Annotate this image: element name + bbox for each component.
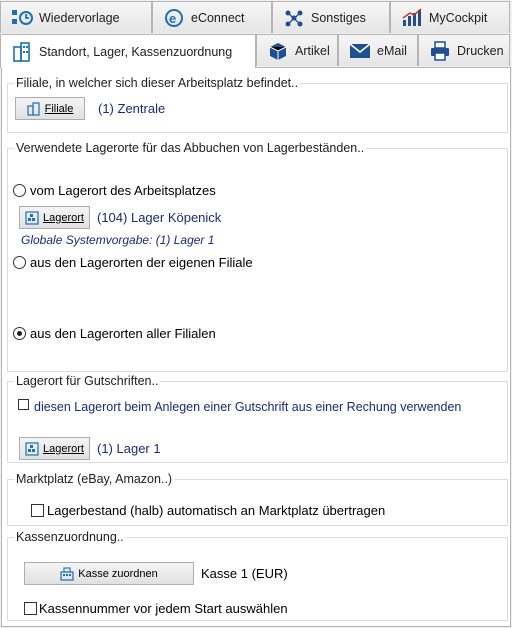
- filiale-group: Filiale, in welcher sich dieser Arbeitsp…: [7, 76, 508, 133]
- mail-icon: [349, 40, 371, 62]
- svg-text:e: e: [169, 11, 176, 26]
- filiale-legend: Filiale, in welcher sich dieser Arbeitsp…: [14, 76, 301, 90]
- gutschrift-lagerort-button[interactable]: Lagerort: [19, 437, 90, 460]
- tab-label: Wiedervorlage: [39, 10, 120, 25]
- kasse-zuordnen-button-label: Kasse zuordnen: [78, 567, 158, 580]
- sonstiges-icon: [283, 7, 305, 29]
- econnect-icon: e: [163, 7, 185, 29]
- tab-label: Artikel: [295, 43, 330, 58]
- lagerorte-legend: Verwendete Lagerorte für das Abbuchen vo…: [14, 141, 367, 155]
- radio-lagerorte-alle-filialen[interactable]: [13, 327, 26, 340]
- radio-lagerorte-alle-filialen-label[interactable]: aus den Lagerorten aller Filialen: [30, 326, 216, 341]
- tab-sonstiges[interactable]: Sonstiges: [272, 1, 390, 33]
- cash-register-icon: [60, 566, 74, 581]
- printer-icon: [429, 40, 451, 62]
- kasse-zuordnen-button[interactable]: Kasse zuordnen: [24, 562, 194, 585]
- tab-label: Sonstiges: [311, 10, 366, 25]
- tab-email[interactable]: eMail: [338, 34, 418, 66]
- gutschrift-lagerort-value: (1) Lager 1: [97, 441, 161, 456]
- lagerort-value: (104) Lager Köpenick: [97, 210, 222, 225]
- filiale-button[interactable]: Filiale: [15, 97, 85, 120]
- kassenzuordnung-legend: Kassenzuordnung..: [14, 530, 126, 544]
- tab-econnect[interactable]: e eConnect: [152, 1, 272, 33]
- radio-lagerort-arbeitsplatz[interactable]: [13, 184, 26, 197]
- tab-label: MyCockpit: [429, 10, 488, 25]
- warehouse-icon: [25, 210, 39, 225]
- tab-mycockpit[interactable]: MyCockpit: [390, 1, 510, 33]
- tab-panel: Filiale, in welcher sich dieser Arbeitsp…: [1, 67, 511, 627]
- kassenzuordnung-group: Kassenzuordnung.. Kasse zuordnen Kasse 1…: [7, 530, 508, 621]
- radio-lagerorte-eigene-filiale-label[interactable]: aus den Lagerorten der eigenen Filiale: [30, 255, 253, 270]
- lagerorte-group: Verwendete Lagerorte für das Abbuchen vo…: [7, 141, 508, 372]
- kassennummer-checkbox-label[interactable]: Kassennummer vor jedem Start auswählen: [39, 601, 288, 616]
- marktplatz-checkbox-label[interactable]: Lagerbestand (halb) automatisch an Markt…: [47, 503, 385, 518]
- tab-label: Drucken: [457, 43, 504, 58]
- radio-lagerorte-eigene-filiale[interactable]: [13, 256, 26, 269]
- filiale-value: (1) Zentrale: [98, 101, 166, 116]
- tab-wiedervorlage[interactable]: Wiedervorlage: [0, 1, 152, 33]
- wiedervorlage-icon: [11, 7, 33, 29]
- mycockpit-icon: [401, 7, 423, 29]
- filiale-button-label: Filiale: [44, 102, 74, 115]
- tab-label: eConnect: [191, 10, 245, 25]
- radio-lagerort-arbeitsplatz-label[interactable]: vom Lagerort des Arbeitsplatzes: [30, 183, 216, 198]
- tab-standort-lager-kassenzuordnung[interactable]: Standort, Lager, Kassenzuordnung: [0, 34, 256, 68]
- building-icon: [11, 41, 33, 63]
- marktplatz-legend: Marktplatz (eBay, Amazon..): [14, 472, 175, 486]
- kasse-value: Kasse 1 (EUR): [201, 566, 288, 581]
- box-icon: [267, 40, 289, 62]
- gutschriften-group: Lagerort für Gutschriften.. diesen Lager…: [7, 374, 508, 463]
- globale-systemvorgabe-note: Globale Systemvorgabe: (1) Lager 1: [21, 233, 215, 247]
- gutschrift-lagerort-checkbox-label[interactable]: diesen Lagerort beim Anlegen einer Gutsc…: [34, 400, 461, 414]
- tab-artikel[interactable]: Artikel: [256, 34, 338, 66]
- gutschriften-legend: Lagerort für Gutschriften..: [14, 374, 161, 388]
- lagerort-button-label: Lagerort: [43, 211, 84, 224]
- tab-label: eMail: [377, 43, 407, 58]
- gutschrift-lagerort-checkbox[interactable]: [18, 399, 29, 410]
- warehouse-icon: [25, 441, 39, 456]
- building-icon: [27, 101, 41, 116]
- gutschrift-lagerort-button-label: Lagerort: [43, 442, 84, 455]
- tab-label: Standort, Lager, Kassenzuordnung: [39, 44, 233, 59]
- kassennummer-checkbox[interactable]: [24, 602, 37, 615]
- marktplatz-group: Marktplatz (eBay, Amazon..) Lagerbestand…: [7, 472, 508, 526]
- marktplatz-checkbox[interactable]: [31, 504, 44, 517]
- tab-drucken[interactable]: Drucken: [418, 34, 510, 66]
- lagerort-button[interactable]: Lagerort: [19, 206, 90, 229]
